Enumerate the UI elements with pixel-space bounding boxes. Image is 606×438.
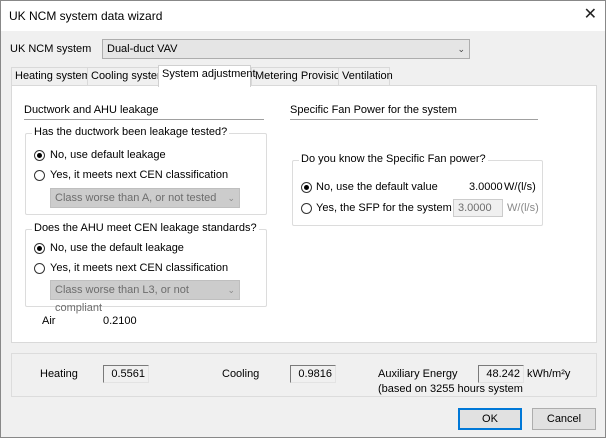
ductwork-heading: Ductwork and AHU leakage — [24, 104, 159, 116]
sfp-default-label: No, use the default value — [316, 181, 438, 193]
sfp-custom-input[interactable]: 3.0000 — [453, 199, 503, 217]
ductwork-class-select[interactable]: Class worse than A, or not tested ⌄ — [50, 188, 240, 208]
close-icon[interactable]: ✕ — [584, 7, 597, 23]
tab-heating-system[interactable]: Heating system — [11, 67, 91, 86]
ahu-class-select[interactable]: Class worse than L3, or not compliant ⌄ — [50, 280, 240, 314]
heating-label: Heating — [40, 368, 78, 380]
cooling-value: 0.9816 — [290, 365, 336, 383]
air-value: 0.2100 — [103, 315, 137, 327]
ahu-cen-label: Yes, it meets next CEN classification — [50, 262, 229, 274]
ductwork-default-radio[interactable] — [34, 150, 45, 161]
wizard-window: UK NCM system data wizard ✕ UK NCM syste… — [0, 0, 606, 438]
system-label: UK NCM system — [10, 43, 92, 55]
ductwork-cen-radio[interactable] — [34, 170, 45, 181]
chevron-down-icon: ⌄ — [227, 193, 235, 203]
window-title: UK NCM system data wizard — [9, 9, 163, 23]
ahu-leakage-question: Does the AHU meet CEN leakage standards? — [32, 222, 259, 234]
cooling-label: Cooling — [222, 368, 260, 380]
system-adjustment-panel: Ductwork and AHU leakage Has the ductwor… — [11, 85, 597, 343]
ductwork-cen-label: Yes, it meets next CEN classification — [50, 169, 229, 181]
system-select[interactable]: Dual-duct VAV ⌄ — [102, 39, 470, 59]
sfp-custom-label: Yes, the SFP for the system is — [316, 202, 463, 214]
ductwork-test-group: Has the ductwork been leakage tested? No… — [25, 126, 267, 215]
heating-value: 0.5561 — [103, 365, 149, 383]
tab-system-adjustment[interactable]: System adjustment — [158, 65, 256, 87]
ok-button[interactable]: OK — [458, 408, 522, 430]
ductwork-divider — [24, 119, 264, 121]
aux-energy-note: (based on 3255 hours system — [378, 383, 523, 395]
system-select-value: Dual-duct VAV — [107, 43, 178, 55]
ahu-default-radio[interactable] — [34, 243, 45, 254]
sfp-default-unit: W/(l/s) — [504, 181, 536, 193]
sfp-custom-unit: W/(l/s) — [507, 202, 539, 214]
cancel-button[interactable]: Cancel — [532, 408, 596, 430]
sfp-divider — [290, 119, 538, 121]
sfp-question: Do you know the Specific Fan power? — [299, 153, 488, 165]
ductwork-default-label: No, use default leakage — [50, 149, 166, 161]
sfp-group: Do you know the Specific Fan power? No, … — [292, 153, 543, 226]
sfp-heading: Specific Fan Power for the system — [290, 104, 457, 116]
sfp-default-radio[interactable] — [301, 182, 312, 193]
ductwork-class-value: Class worse than A, or not tested — [55, 192, 217, 204]
aux-energy-unit: kWh/m²y — [527, 368, 571, 380]
aux-energy-label: Auxiliary Energy — [378, 368, 458, 380]
ahu-cen-radio[interactable] — [34, 263, 45, 274]
sfp-default-value: 3.0000 — [469, 181, 503, 193]
ahu-class-value: Class worse than L3, or not compliant — [55, 284, 189, 314]
ahu-leakage-group: Does the AHU meet CEN leakage standards?… — [25, 222, 267, 314]
tab-metering-provision[interactable]: Metering Provision — [251, 67, 346, 86]
tab-cooling-system[interactable]: Cooling system — [87, 67, 166, 86]
chevron-down-icon: ⌄ — [457, 44, 465, 54]
aux-energy-value: 48.242 — [478, 365, 524, 383]
air-label: Air — [42, 315, 56, 327]
summary-panel: Heating 0.5561 Cooling 0.9816 Auxiliary … — [11, 353, 597, 397]
tab-ventilation[interactable]: Ventilation — [338, 67, 393, 86]
sfp-custom-radio[interactable] — [301, 203, 312, 214]
chevron-down-icon: ⌄ — [227, 285, 235, 295]
ductwork-test-question: Has the ductwork been leakage tested? — [32, 126, 230, 138]
title-bar: UK NCM system data wizard ✕ — [1, 1, 605, 31]
ahu-default-label: No, use the default leakage — [50, 242, 184, 254]
